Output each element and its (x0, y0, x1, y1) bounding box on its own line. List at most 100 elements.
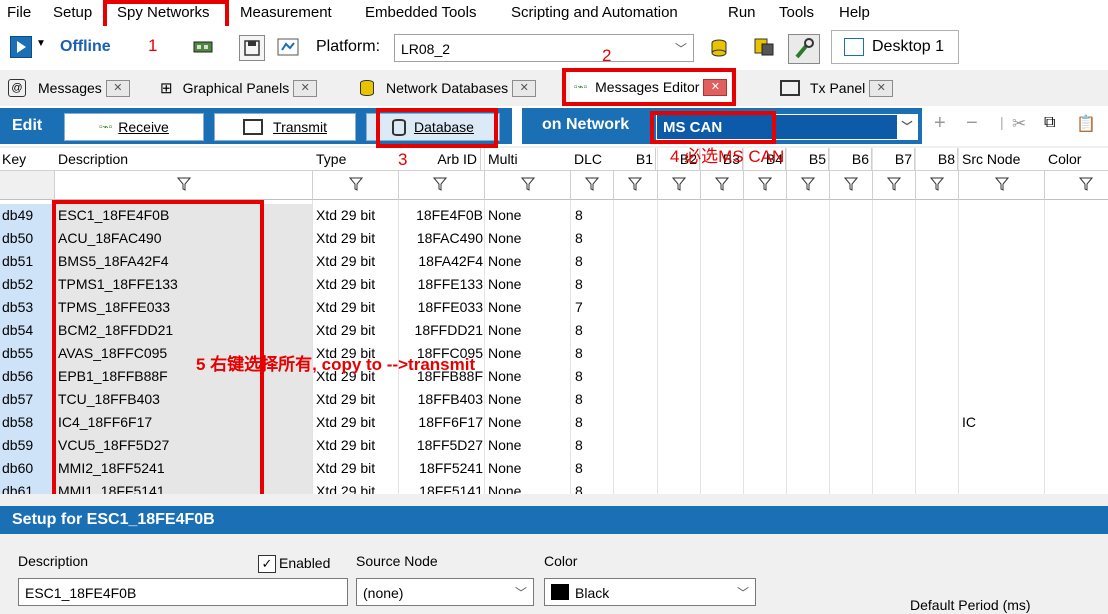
col-type[interactable]: Type (313, 148, 401, 170)
platform-icon[interactable] (275, 35, 303, 59)
description-field[interactable]: ESC1_18FE4F0B (18, 578, 348, 606)
messages-icon: @ (8, 79, 26, 97)
cell-multi: None (488, 299, 522, 315)
filter-b4[interactable] (744, 170, 787, 200)
transmit-button[interactable]: Transmit (214, 113, 356, 141)
col-src-node[interactable]: Src Node (959, 148, 1048, 170)
edit-label: Edit (12, 117, 43, 134)
menu-help[interactable]: Help (839, 4, 870, 21)
chevron-down-icon: ﹀ (736, 586, 749, 600)
source-node-select[interactable]: (none) ﹀ (356, 578, 534, 606)
col-description[interactable]: Description (55, 148, 315, 170)
annotation-3: 3 (398, 150, 408, 169)
dropdown-arrow-icon[interactable]: ▼ (36, 38, 46, 49)
tab-messages[interactable]: @ Messages ✕ (8, 77, 130, 99)
message-icon: ▫⌁▫ (99, 121, 113, 133)
receive-label: Receive (118, 119, 169, 135)
filter-arb-id[interactable] (399, 170, 485, 200)
cell-dlc: 8 (575, 391, 583, 407)
filter-b7[interactable] (873, 170, 916, 200)
cut-icon[interactable]: ✂ (1012, 114, 1026, 134)
filter-b5[interactable] (787, 170, 830, 200)
col-key[interactable]: Key (0, 148, 56, 170)
annotation-4: 4 必选MS CAN (670, 147, 785, 166)
filter-type[interactable] (313, 170, 399, 200)
filter-icon (1079, 177, 1093, 191)
tab-network-databases[interactable]: Network Databases ✕ (360, 77, 537, 99)
filter-src-node[interactable] (959, 170, 1045, 200)
filter-b1[interactable] (614, 170, 658, 200)
tab-desktop-1[interactable]: Desktop 1 (831, 30, 959, 64)
cell-dlc: 8 (575, 276, 583, 292)
filter-dlc[interactable] (571, 170, 614, 200)
col-b6[interactable]: B6 (830, 148, 872, 170)
cell-key: db57 (0, 388, 54, 411)
close-icon[interactable]: ✕ (105, 79, 130, 97)
col-dlc[interactable]: DLC (571, 148, 617, 170)
menu-setup[interactable]: Setup (53, 4, 92, 21)
col-multi[interactable]: Multi (485, 148, 573, 170)
tools-icon[interactable] (788, 34, 820, 64)
enabled-checkbox[interactable]: ✓ (258, 555, 276, 573)
database-icon[interactable] (708, 38, 730, 58)
menu-embedded-tools[interactable]: Embedded Tools (365, 4, 476, 21)
filter-multi[interactable] (485, 170, 571, 200)
highlight-database-button (376, 108, 498, 148)
filter-b2[interactable] (658, 170, 701, 200)
receive-button[interactable]: ▫⌁▫ Receive (64, 113, 204, 141)
cell-key: db60 (0, 457, 54, 480)
menu-scripting[interactable]: Scripting and Automation (511, 4, 678, 21)
run-icon[interactable] (10, 36, 32, 58)
cell-multi: None (488, 437, 522, 453)
copy-icon[interactable]: ⧉ (1044, 114, 1055, 132)
tab-tx-panel[interactable]: Tx Panel ✕ (780, 77, 894, 99)
database-export-icon[interactable] (752, 36, 776, 58)
filter-b8[interactable] (916, 170, 959, 200)
cell-multi: None (488, 276, 522, 292)
menu-file[interactable]: File (7, 4, 31, 21)
cell-src-node: IC (962, 414, 976, 430)
remove-icon[interactable]: − (966, 112, 978, 135)
close-icon[interactable]: ✕ (512, 79, 537, 97)
cell-type: Xtd 29 bit (316, 322, 376, 338)
color-label: Color (544, 553, 578, 569)
cell-dlc: 8 (575, 437, 583, 453)
menu-measurement[interactable]: Measurement (240, 4, 332, 21)
save-icon[interactable] (239, 35, 265, 61)
cell-multi: None (488, 414, 522, 430)
filter-b6[interactable] (830, 170, 873, 200)
platform-select[interactable]: LR08_2 ﹀ (394, 34, 694, 62)
filter-color[interactable] (1045, 170, 1108, 200)
chevron-down-icon: ﹀ (897, 115, 917, 139)
col-b5[interactable]: B5 (787, 148, 829, 170)
menu-run[interactable]: Run (728, 4, 756, 21)
tab-label: Graphical Panels (182, 80, 290, 96)
hardware-icon[interactable] (192, 38, 214, 56)
cell-dlc: 8 (575, 253, 583, 269)
col-b1[interactable]: B1 (614, 148, 656, 170)
col-b8[interactable]: B8 (916, 148, 958, 170)
filter-icon (628, 177, 642, 191)
filter-icon (521, 177, 535, 191)
menu-tools[interactable]: Tools (779, 4, 814, 21)
col-arb-id[interactable]: Arb ID (399, 148, 481, 170)
color-select[interactable]: Black ﹀ (544, 578, 756, 606)
filter-b3[interactable] (701, 170, 744, 200)
col-color[interactable]: Color (1045, 148, 1108, 170)
setup-title: Setup for ESC1_18FE4F0B (0, 506, 1108, 534)
close-icon[interactable]: ✕ (869, 79, 894, 97)
cell-key: db53 (0, 296, 54, 319)
filter-description[interactable] (55, 170, 313, 200)
source-node-value: (none) (363, 585, 404, 601)
annotation-1: 1 (148, 36, 158, 55)
database-icon (360, 80, 374, 96)
cell-arb-id: 18FA42F4 (418, 253, 483, 269)
close-icon[interactable]: ✕ (293, 79, 318, 97)
cell-multi: None (488, 391, 522, 407)
editor-toolbar: Edit ▫⌁▫ Receive Transmit Database on Ne… (0, 106, 1108, 146)
cell-arb-id: 18FF6F17 (418, 414, 483, 430)
tab-graphical-panels[interactable]: ⊞ Graphical Panels ✕ (160, 77, 318, 99)
paste-icon[interactable]: 📋 (1076, 114, 1096, 134)
col-b7[interactable]: B7 (873, 148, 915, 170)
add-icon[interactable]: + (934, 112, 946, 135)
